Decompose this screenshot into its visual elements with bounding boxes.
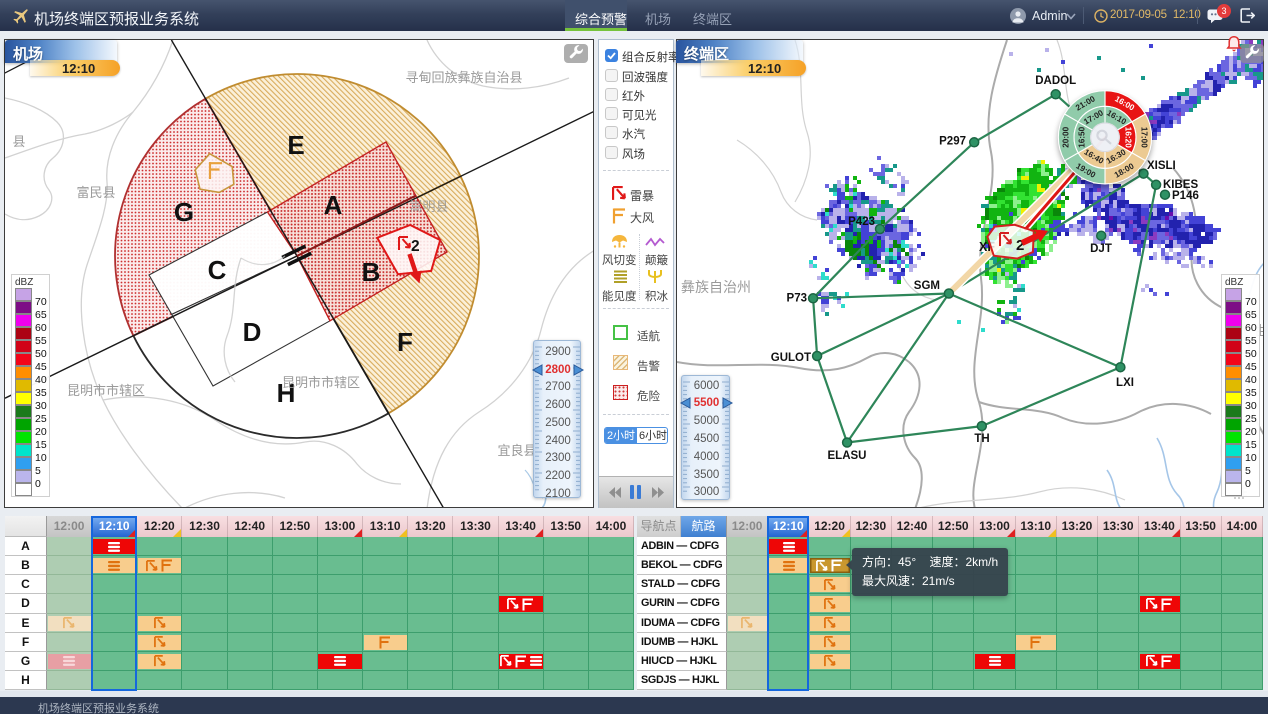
svg-text:县: 县 (12, 134, 25, 149)
svg-text:ELASU: ELASU (828, 450, 867, 462)
svg-text:20:00: 20:00 (1061, 126, 1070, 147)
svg-text:DADOL: DADOL (1035, 75, 1076, 87)
svg-text:寻甸回族彝族自治县: 寻甸回族彝族自治县 (405, 70, 522, 85)
svg-text:昆明市市辖区: 昆明市市辖区 (282, 375, 360, 390)
svg-text:彝族自治州: 彝族自治州 (681, 279, 751, 295)
svg-text:16:20: 16:20 (1123, 127, 1132, 148)
svg-text:F: F (397, 327, 413, 357)
svg-text:LXI: LXI (1116, 377, 1134, 389)
svg-text:SGM: SGM (914, 280, 940, 292)
svg-text:P73: P73 (787, 293, 807, 305)
svg-text:GULOT: GULOT (771, 352, 811, 364)
svg-text:2: 2 (411, 238, 420, 255)
svg-text:A: A (324, 190, 343, 220)
svg-text:C: C (208, 255, 227, 285)
svg-text:P146: P146 (1172, 190, 1199, 202)
svg-text:宜良县: 宜良县 (497, 443, 536, 458)
svg-text:DJT: DJT (1090, 243, 1112, 255)
svg-text:17:00: 17:00 (1140, 127, 1149, 148)
svg-text:嵩明县: 嵩明县 (409, 199, 448, 214)
svg-text:昆明市市辖区: 昆明市市辖区 (67, 383, 145, 398)
svg-text:G: G (174, 197, 194, 227)
svg-text:E: E (287, 130, 304, 160)
svg-text:D: D (243, 317, 262, 347)
svg-text:16:50: 16:50 (1078, 126, 1087, 147)
svg-text:B: B (362, 257, 381, 287)
svg-text:P297: P297 (939, 136, 966, 148)
svg-text:XISLI: XISLI (1147, 160, 1176, 172)
svg-text:P423: P423 (848, 216, 875, 228)
svg-text:富民县: 富民县 (76, 185, 115, 200)
svg-text:TH: TH (974, 433, 989, 445)
